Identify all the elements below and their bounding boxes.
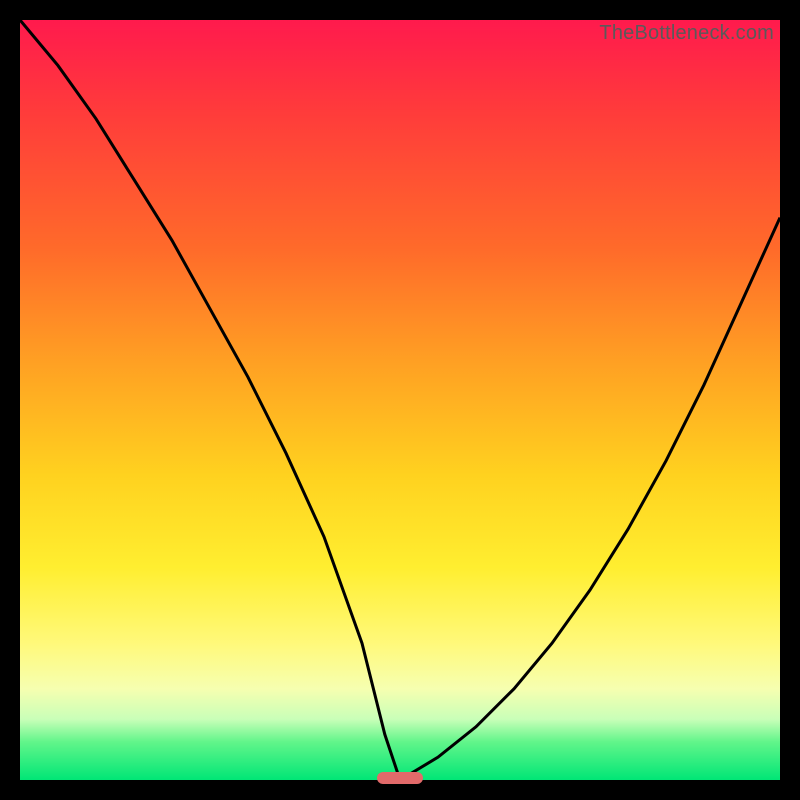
bottleneck-curve	[20, 20, 780, 780]
minimum-marker	[377, 772, 423, 784]
watermark-text: TheBottleneck.com	[599, 22, 774, 45]
chart-frame: TheBottleneck.com	[20, 20, 780, 780]
curve-path	[20, 20, 780, 780]
